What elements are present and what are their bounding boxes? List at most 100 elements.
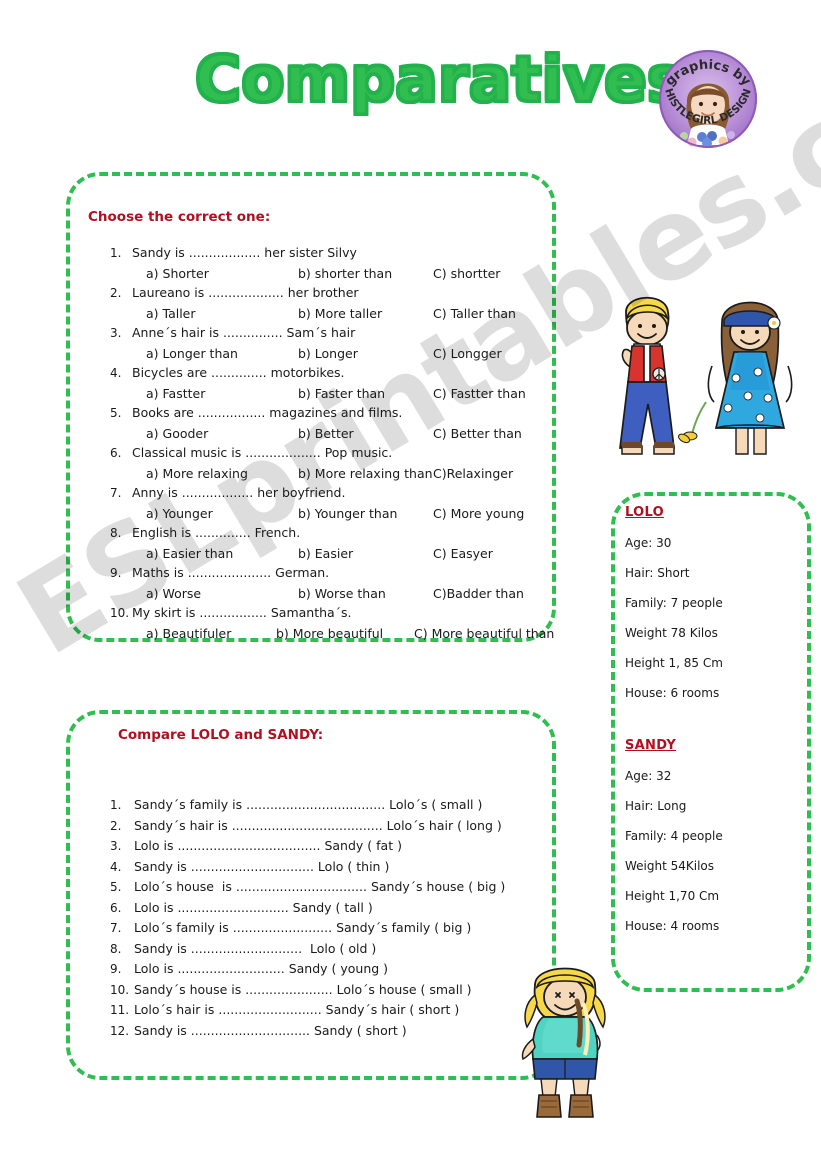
choose-correct-heading: Choose the correct one: <box>88 209 271 225</box>
question-text: Bicycles are .............. motorbikes. <box>132 365 345 380</box>
option-c[interactable]: C)Badder than <box>433 584 524 604</box>
compare-text[interactable]: Lolo is ........................... Sand… <box>134 959 388 980</box>
option-c[interactable]: C)Relaxinger <box>433 464 513 484</box>
profile-house: House: 4 rooms <box>625 919 720 933</box>
compare-text[interactable]: Sandy is ...............................… <box>134 857 389 878</box>
compare-number: 1. <box>110 798 122 812</box>
option-a[interactable]: a) More relaxing <box>132 464 298 484</box>
profile-height: Height 1, 85 Cm <box>625 656 723 670</box>
compare-text[interactable]: Lolo´s house is ........................… <box>134 877 505 898</box>
question-item: 4. Bicycles are .............. motorbike… <box>110 363 540 403</box>
question-item: 9. Maths is ..................... German… <box>110 563 540 603</box>
option-a[interactable]: a) Worse <box>132 584 298 604</box>
option-a[interactable]: a) Gooder <box>132 424 298 444</box>
option-a[interactable]: a) Easier than <box>132 544 298 564</box>
option-b[interactable]: b) More beautiful <box>276 624 414 644</box>
question-item: 6. Classical music is ..................… <box>110 443 540 483</box>
compare-number: 8. <box>110 941 122 956</box>
option-a[interactable]: a) Taller <box>132 304 298 324</box>
compare-text[interactable]: Sandy´s hair is ........................… <box>134 816 502 837</box>
option-a[interactable]: a) Fastter <box>132 384 298 404</box>
compare-text[interactable]: Sandy is ............................ Lo… <box>134 939 376 960</box>
option-a[interactable]: a) Younger <box>132 504 298 524</box>
question-item: 8. English is .............. French. a) … <box>110 523 540 563</box>
thistlegirl-designs-logo: graphics by THISTLEGIRL DESIGNS <box>641 24 771 159</box>
option-b[interactable]: b) More taller <box>298 304 433 324</box>
compare-heading: Compare LOLO and SANDY: <box>118 727 324 743</box>
profile-age: Age: 32 <box>625 769 672 783</box>
compare-number: 3. <box>110 839 122 853</box>
question-number: 2. <box>110 286 122 300</box>
compare-item: 5. Lolo´s house is .....................… <box>110 877 540 898</box>
question-item: 1. Sandy is .................. her siste… <box>110 243 540 283</box>
question-stem: 1. Sandy is .................. her siste… <box>110 243 540 264</box>
question-stem: 5. Books are ................. magazines… <box>110 403 540 424</box>
question-number: 7. <box>110 486 122 500</box>
compare-text[interactable]: Lolo´s family is .......................… <box>134 918 471 939</box>
option-b[interactable]: b) Longer <box>298 344 433 364</box>
question-stem: 4. Bicycles are .............. motorbike… <box>110 363 540 384</box>
option-c[interactable]: C) More young <box>433 504 524 524</box>
option-b[interactable]: b) Younger than <box>298 504 433 524</box>
question-stem: 3. Anne´s hair is ............... Sam´s … <box>110 323 540 344</box>
compare-item: 11. Lolo´s hair is .....................… <box>110 1000 540 1021</box>
question-options: a) Fastter b) Faster than C) Fastter tha… <box>110 384 540 404</box>
compare-item: 10. Sandy´s house is ...................… <box>110 980 540 1001</box>
question-number: 3. <box>110 326 122 340</box>
profile-lolo: LOLO Age: 30 Hair: Short Family: 7 peopl… <box>625 505 805 716</box>
question-options: a) Easier than b) Easier C) Easyer <box>110 544 540 564</box>
profile-family: Family: 7 people <box>625 596 723 610</box>
profile-weight: Weight 78 Kilos <box>625 626 718 640</box>
question-item: 10. My skirt is ................. Samant… <box>110 603 554 644</box>
question-number: 6. <box>110 446 122 460</box>
question-text: Classical music is ................... P… <box>132 445 393 460</box>
question-number: 1. <box>110 246 122 260</box>
compare-text[interactable]: Lolo is ................................… <box>134 836 402 857</box>
option-b[interactable]: b) Worse than <box>298 584 433 604</box>
profile-hair: Hair: Short <box>625 566 690 580</box>
profile-height: Height 1,70 Cm <box>625 889 720 903</box>
question-text: Anne´s hair is ............... Sam´s hai… <box>132 325 356 340</box>
option-a[interactable]: a) Shorter <box>132 264 298 284</box>
question-number: 9. <box>110 566 122 580</box>
compare-number: 10. <box>110 982 130 997</box>
compare-text[interactable]: Sandy´s family is ......................… <box>134 795 482 816</box>
compare-item: 8. Sandy is ............................… <box>110 939 540 960</box>
compare-number: 2. <box>110 818 122 833</box>
compare-text[interactable]: Sandy is .............................. … <box>134 1021 407 1042</box>
question-options: a) Gooder b) Better C) Better than <box>110 424 540 444</box>
option-c[interactable]: C) shortter <box>433 264 500 284</box>
question-stem: 8. English is .............. French. <box>110 523 540 544</box>
compare-text[interactable]: Lolo´s hair is .........................… <box>134 1000 459 1021</box>
question-stem: 2. Laureano is ................... her b… <box>110 283 540 304</box>
option-c[interactable]: C) Taller than <box>433 304 516 324</box>
compare-number: 7. <box>110 921 122 935</box>
compare-item: 6. Lolo is ............................ … <box>110 898 540 919</box>
compare-item: 4. Sandy is ............................… <box>110 857 540 878</box>
compare-item: 2. Sandy´s hair is .....................… <box>110 816 540 837</box>
option-c[interactable]: C) Easyer <box>433 544 493 564</box>
option-b[interactable]: b) shorter than <box>298 264 433 284</box>
compare-number: 6. <box>110 900 122 915</box>
question-options: a) Taller b) More taller C) Taller than <box>110 304 540 324</box>
option-b[interactable]: b) More relaxing than <box>298 464 433 484</box>
option-c[interactable]: C) Better than <box>433 424 522 444</box>
option-a[interactable]: a) Beautifuler <box>132 624 276 644</box>
option-a[interactable]: a) Longer than <box>132 344 298 364</box>
question-item: 5. Books are ................. magazines… <box>110 403 540 443</box>
exercise-one-list: 1. Sandy is .................. her siste… <box>110 243 554 644</box>
compare-text[interactable]: Lolo is ............................ San… <box>134 898 373 919</box>
option-c[interactable]: C) Longger <box>433 344 502 364</box>
option-c[interactable]: C) More beautiful than <box>414 624 554 644</box>
question-stem: 7. Anny is .................. her boyfri… <box>110 483 540 504</box>
option-c[interactable]: C) Fastter than <box>433 384 526 404</box>
option-b[interactable]: b) Better <box>298 424 433 444</box>
profile-name-sandy: SANDY <box>625 738 677 753</box>
option-b[interactable]: b) Faster than <box>298 384 433 404</box>
compare-item: 3. Lolo is .............................… <box>110 836 540 857</box>
option-b[interactable]: b) Easier <box>298 544 433 564</box>
question-item: 3. Anne´s hair is ............... Sam´s … <box>110 323 540 363</box>
compare-text[interactable]: Sandy´s house is ...................... … <box>134 980 472 1001</box>
compare-number: 4. <box>110 859 122 874</box>
worksheet-page: Comparatives graphics by HISTLEGIRL DESI… <box>0 0 821 1169</box>
